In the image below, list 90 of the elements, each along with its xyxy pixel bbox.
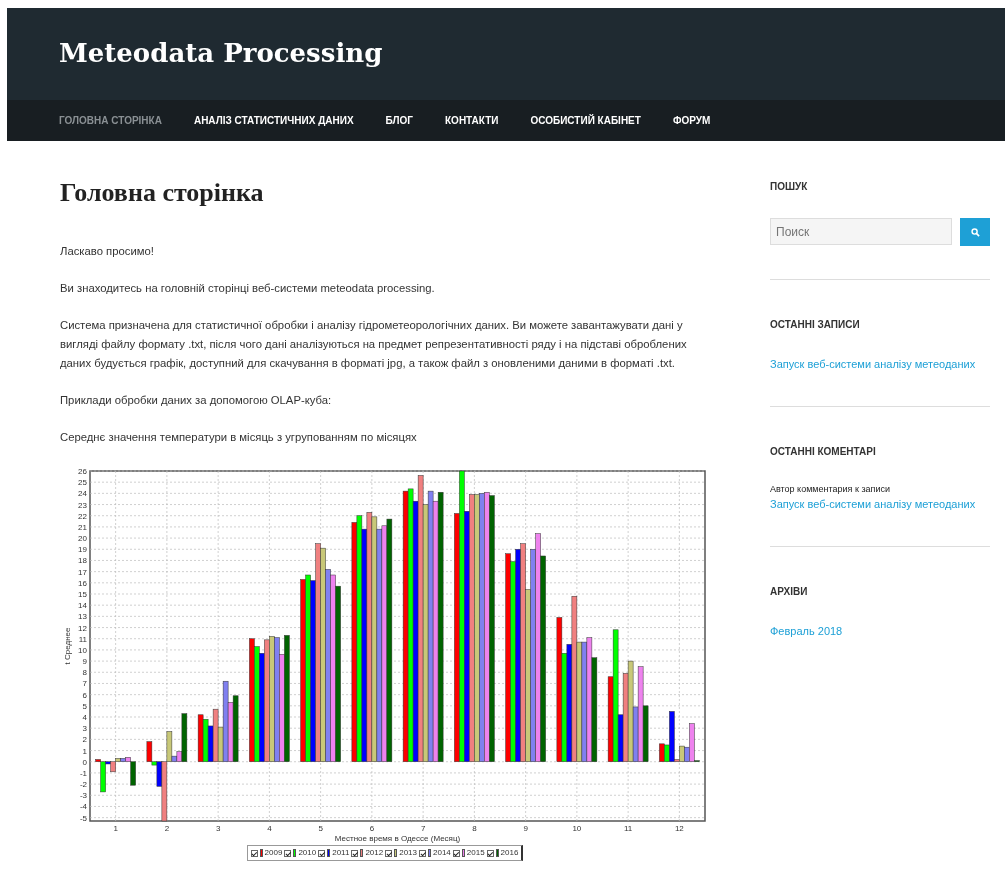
- tick-label: 17: [78, 567, 87, 577]
- paragraph: Середнє значення температури в місяць з угрупованням по місяцях: [60, 430, 418, 446]
- tick-label: 10: [78, 646, 87, 656]
- search-icon: [970, 227, 980, 237]
- legend-label: 2010: [298, 847, 317, 860]
- widget-heading: АРХІВИ: [770, 584, 809, 599]
- tick-label: 20: [78, 534, 87, 544]
- tick-label: 8: [82, 668, 87, 678]
- tick-label: 11: [623, 824, 633, 834]
- legend-swatch: [394, 849, 398, 858]
- tick-label: -5: [79, 813, 87, 823]
- tick-label: 16: [78, 579, 87, 588]
- tick-label: -2: [79, 780, 87, 790]
- tick-label: 2: [164, 824, 170, 834]
- legend-label: 2012: [365, 847, 384, 860]
- tick-label: 7: [82, 679, 87, 689]
- paragraph: Приклади обробки даних за допомогою OLAP-куба:: [60, 393, 333, 409]
- checkbox[interactable]: [419, 849, 426, 857]
- tick-label: 1: [113, 824, 118, 834]
- x-axis-label: Местное время в Одессе (Месяц): [334, 834, 461, 844]
- legend-swatch: [428, 849, 431, 858]
- widget-heading: ОСТАННІ ЗАПИСИ: [770, 318, 861, 332]
- checkbox[interactable]: [452, 849, 460, 857]
- tick-label: 2: [82, 735, 87, 745]
- legend-label: 2014: [433, 847, 451, 860]
- nav-link[interactable]: БЛОГ: [385, 113, 413, 128]
- tick-label: 25: [78, 478, 87, 488]
- tick-label: 22: [78, 511, 87, 521]
- nav-link[interactable]: ФОРУМ: [672, 113, 711, 128]
- legend-swatch: [495, 849, 499, 858]
- legend-label: 2015: [466, 847, 485, 860]
- nav-link[interactable]: АНАЛІЗ СТАТИСТИЧНИХ ДАНИХ: [193, 113, 354, 128]
- tick-label: 8: [472, 824, 477, 834]
- tick-label: 6: [82, 690, 87, 700]
- nav-link[interactable]: КОНТАКТИ: [445, 113, 499, 128]
- legend-swatch: [360, 849, 364, 858]
- tick-label: 7: [420, 824, 426, 834]
- tick-label: 4: [82, 713, 87, 723]
- tick-label: -1: [79, 769, 87, 779]
- tick-label: 15: [78, 590, 87, 600]
- checkbox[interactable]: [318, 849, 326, 857]
- tick-label: -4: [79, 802, 87, 812]
- checkbox[interactable]: [351, 849, 359, 857]
- paragraph: Ви знаходитесь на головній сторінці веб-системи meteodata processing.: [60, 281, 436, 297]
- tick-label: 18: [78, 556, 87, 566]
- site-title[interactable]: Meteodata Processing: [59, 38, 383, 70]
- tick-label: 14: [78, 601, 87, 611]
- legend-swatch: [327, 849, 331, 858]
- tick-label: 0: [82, 757, 87, 767]
- tick-label: 3: [215, 824, 221, 834]
- checkbox[interactable]: [250, 849, 258, 857]
- tick-label: 9: [523, 824, 528, 834]
- search-field[interactable]: Поиск: [770, 218, 953, 245]
- checkbox[interactable]: [385, 849, 393, 857]
- tick-label: 6: [369, 824, 375, 834]
- comment-author: Автор комментария к записи: [770, 482, 891, 496]
- page-title: Головна сторінка: [60, 177, 265, 209]
- legend-label: 2011: [332, 847, 350, 860]
- tick-label: 5: [318, 824, 323, 834]
- tick-label: 12: [78, 623, 87, 633]
- nav-link[interactable]: ОСОБИСТИЙ КАБІНЕТ: [530, 113, 641, 128]
- legend-label: 2013: [399, 847, 417, 860]
- legend-swatch: [293, 849, 297, 858]
- tick-label: 26: [78, 467, 87, 477]
- tick-label: 9: [82, 657, 87, 667]
- legend-label: 2009: [264, 847, 283, 860]
- tick-label: 10: [572, 824, 582, 834]
- y-axis-label: t Среднее: [63, 627, 72, 665]
- paragraph: Ласкаво просимо!: [60, 244, 155, 260]
- tick-label: 1: [82, 746, 87, 756]
- widget-heading: ОСТАННІ КОМЕНТАРІ: [770, 444, 877, 459]
- tick-label: 21: [78, 523, 87, 533]
- legend-swatch: [461, 849, 465, 858]
- checkbox[interactable]: [284, 849, 292, 857]
- paragraph: Система призначена для статистичної обробки і аналізу гідрометеорологічних даних. Ви можете завантажувати дані у вигляді файлу формату .txt, після чого дані аналізуються на предмет репрезентативності ряду і на підставі оброблених даних будується графік, доступний для скачування в форматі jpg, а також файл з оновленими даними в форматі .txt.: [60, 318, 688, 372]
- tick-label: 11: [78, 634, 87, 644]
- tick-label: 12: [674, 824, 684, 834]
- legend-swatch: [259, 849, 263, 858]
- widget-heading: ПОШУК: [770, 180, 809, 194]
- checkbox[interactable]: [486, 849, 494, 857]
- nav-link[interactable]: ГОЛОВНА СТОРІНКА: [59, 113, 162, 128]
- tick-label: 3: [82, 724, 87, 734]
- tick-label: 5: [82, 702, 87, 711]
- tick-label: 4: [267, 824, 272, 834]
- tick-label: 24: [78, 489, 87, 499]
- tick-label: -3: [79, 791, 87, 801]
- tick-label: 19: [78, 545, 87, 555]
- tick-label: 23: [78, 500, 87, 510]
- tick-label: 13: [78, 612, 87, 622]
- legend-label: 2016: [500, 847, 519, 860]
